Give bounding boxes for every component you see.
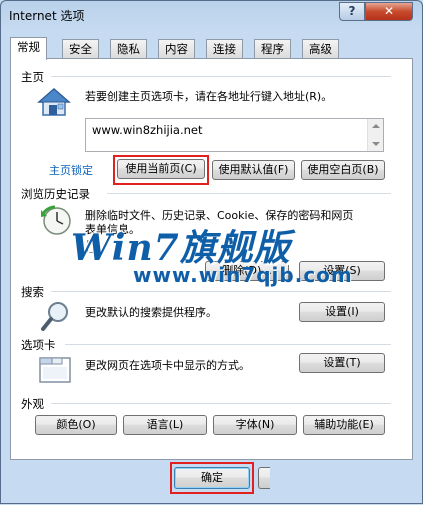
tabbed-window-icon xyxy=(39,357,71,383)
help-button[interactable]: ? xyxy=(339,2,365,21)
accessibility-button[interactable]: 辅助功能(E) xyxy=(303,415,385,435)
home-icon xyxy=(37,88,71,116)
search-settings-button[interactable]: 设置(I) xyxy=(299,302,385,322)
history-group-label: 浏览历史记录 xyxy=(21,187,90,201)
title-bar[interactable]: Internet 选项 ? ✕ xyxy=(1,1,422,31)
tabs-group-label: 选项卡 xyxy=(21,338,56,352)
address-scrollbar[interactable] xyxy=(367,119,383,151)
appearance-group-divider xyxy=(51,403,391,404)
home-group-divider xyxy=(51,76,391,77)
tab-privacy[interactable]: 隐私 xyxy=(110,39,147,58)
home-address-text: www.win8zhijia.net xyxy=(92,123,203,137)
home-lock-link[interactable]: 主页锁定 xyxy=(49,162,93,178)
cancel-button-partial[interactable] xyxy=(258,467,270,489)
use-default-button[interactable]: 使用默认值(F) xyxy=(212,160,295,180)
search-group-divider xyxy=(51,291,391,292)
scroll-up-icon[interactable] xyxy=(372,124,380,128)
home-group-label: 主页 xyxy=(21,70,44,84)
history-clock-icon xyxy=(41,205,71,235)
scroll-down-icon[interactable] xyxy=(372,142,380,146)
internet-options-window: Internet 选项 ? ✕ 常规 安全 隐私 内容 连接 程序 高级 主页 … xyxy=(0,0,423,504)
languages-button[interactable]: 语言(L) xyxy=(123,415,207,435)
search-description: 更改默认的搜索提供程序。 xyxy=(85,306,217,319)
ok-button[interactable]: 确定 xyxy=(174,467,250,489)
fonts-button[interactable]: 字体(N) xyxy=(213,415,297,435)
search-magnifier-icon xyxy=(41,302,68,331)
appearance-group-label: 外观 xyxy=(21,397,44,411)
use-current-page-button[interactable]: 使用当前页(C) xyxy=(117,159,205,179)
close-button[interactable]: ✕ xyxy=(365,2,413,21)
tab-content[interactable]: 内容 xyxy=(158,39,195,58)
watermark-url: www.win7qjb.com xyxy=(133,263,353,287)
tab-security[interactable]: 安全 xyxy=(62,39,99,58)
home-address-input[interactable]: www.win8zhijia.net xyxy=(85,118,384,152)
history-group-divider xyxy=(107,193,391,194)
tab-advanced[interactable]: 高级 xyxy=(302,39,339,58)
tab-connections[interactable]: 连接 xyxy=(206,39,243,58)
tab-programs[interactable]: 程序 xyxy=(254,39,291,58)
search-group-label: 搜索 xyxy=(21,285,44,299)
tab-general[interactable]: 常规 xyxy=(10,37,47,60)
tabs-settings-button[interactable]: 设置(T) xyxy=(299,353,385,373)
tabs-group-divider xyxy=(65,344,391,345)
tabs-description: 更改网页在选项卡中显示的方式。 xyxy=(85,359,250,372)
use-blank-button[interactable]: 使用空白页(B) xyxy=(301,160,385,180)
home-description: 若要创建主页选项卡，请在各地址行键入地址(R)。 xyxy=(85,90,333,103)
colors-button[interactable]: 颜色(O) xyxy=(35,415,117,435)
window-title: Internet 选项 xyxy=(9,9,85,23)
